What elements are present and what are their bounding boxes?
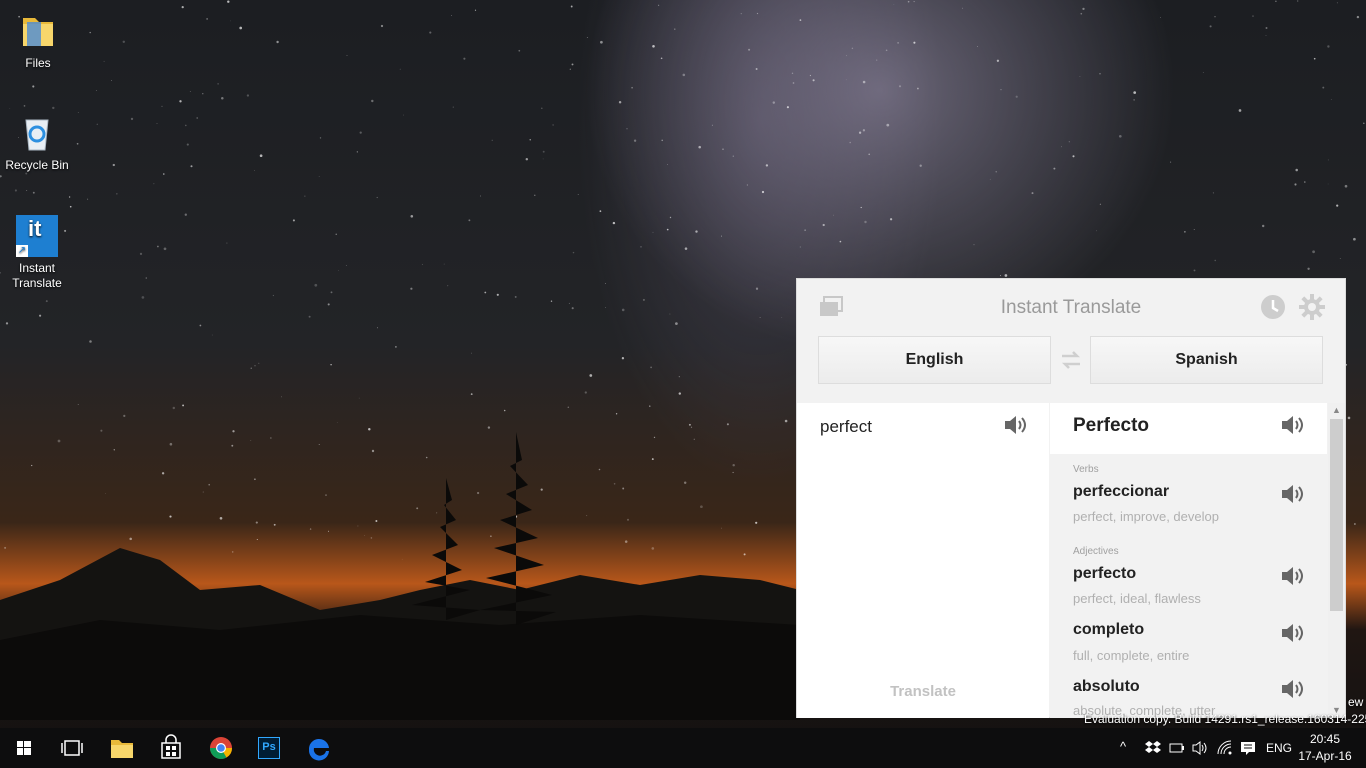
alt-translation-word[interactable]: perfeccionar xyxy=(1073,483,1169,501)
desktop-icon-instant-translate[interactable]: it ↗ Instant Translate xyxy=(0,215,74,291)
folder-icon xyxy=(111,740,133,758)
action-center-icon[interactable] xyxy=(1239,739,1257,757)
scroll-up-arrow-icon[interactable]: ▲ xyxy=(1328,403,1345,417)
desktop-icon-recycle-bin[interactable]: Recycle Bin xyxy=(0,112,74,173)
alt-translation-word[interactable]: absoluto xyxy=(1073,678,1140,696)
settings-gear-icon[interactable] xyxy=(1298,293,1326,321)
alt-translation-word[interactable]: perfecto xyxy=(1073,565,1136,583)
clock-date: 17-Apr-16 xyxy=(1298,749,1352,763)
build-watermark-line2: Evaluation copy. Build 14291.rs1_release… xyxy=(1084,712,1366,726)
main-translation: Perfecto xyxy=(1050,403,1327,454)
window-header: Instant Translate xyxy=(797,279,1345,335)
alt-translation-synonyms: perfect, ideal, flawless xyxy=(1073,591,1201,606)
app-icon-glyph-text: it xyxy=(28,216,42,241)
store-bag-icon xyxy=(161,734,181,759)
section-label-adjectives: Adjectives xyxy=(1073,546,1119,557)
translate-button[interactable]: Translate xyxy=(797,683,1049,700)
dropbox-icon[interactable] xyxy=(1144,739,1162,757)
desktop-icon-label: Recycle Bin xyxy=(5,158,69,172)
recycle-bin-icon xyxy=(16,112,58,154)
target-language-button[interactable]: Spanish xyxy=(1090,336,1323,384)
taskbar: Ps ^ ENG 20:45 17-Apr-16 xyxy=(0,728,1366,768)
desktop-icon-files[interactable]: Files xyxy=(1,10,75,71)
folder-icon xyxy=(17,10,59,52)
speaker-icon[interactable] xyxy=(1280,565,1306,587)
instant-translate-app-icon: it ↗ xyxy=(16,215,58,257)
build-watermark-line1: ew xyxy=(1348,695,1364,709)
source-text-area[interactable]: perfect Translate xyxy=(797,403,1049,718)
input-language-indicator[interactable]: ENG xyxy=(1266,741,1292,759)
wifi-icon[interactable] xyxy=(1216,739,1234,757)
history-icon[interactable] xyxy=(1259,293,1287,321)
task-view-icon xyxy=(61,740,83,756)
speaker-icon[interactable] xyxy=(1280,678,1306,700)
source-text[interactable]: perfect xyxy=(820,417,872,437)
translation-result-area: Perfecto Verbs perfeccionar perfect, imp… xyxy=(1050,403,1327,718)
start-button[interactable] xyxy=(0,728,48,768)
desktop-icon-label: Instant Translate xyxy=(12,261,62,290)
system-clock[interactable]: 20:45 17-Apr-16 xyxy=(1294,731,1356,765)
chrome-button[interactable] xyxy=(197,728,245,768)
desktop-icon-label: Files xyxy=(25,56,51,70)
alt-translation-synonyms: full, complete, entire xyxy=(1073,648,1190,663)
windows-logo-icon xyxy=(17,741,31,755)
photoshop-icon-label: Ps xyxy=(262,741,276,753)
battery-icon[interactable] xyxy=(1168,739,1186,757)
show-hidden-icons-chevron-icon[interactable]: ^ xyxy=(1120,739,1126,757)
source-language-button[interactable]: English xyxy=(818,336,1051,384)
translation-result[interactable]: Perfecto xyxy=(1073,415,1149,437)
speaker-icon[interactable] xyxy=(1280,483,1306,505)
photoshop-button[interactable]: Ps xyxy=(245,728,293,768)
task-view-button[interactable] xyxy=(48,728,96,768)
chrome-icon xyxy=(210,737,232,759)
scroll-thumb[interactable] xyxy=(1330,419,1343,611)
speaker-icon[interactable] xyxy=(1003,414,1029,436)
alt-translation-synonyms: perfect, improve, develop xyxy=(1073,509,1219,524)
section-label-verbs: Verbs xyxy=(1073,464,1099,475)
edge-icon xyxy=(308,738,329,761)
volume-icon[interactable] xyxy=(1191,739,1209,757)
file-explorer-button[interactable] xyxy=(98,728,146,768)
store-button[interactable] xyxy=(147,728,195,768)
clock-time: 20:45 xyxy=(1309,732,1341,746)
speaker-icon[interactable] xyxy=(1280,414,1306,436)
shortcut-arrow-icon: ↗ xyxy=(16,245,28,257)
speaker-icon[interactable] xyxy=(1280,622,1306,644)
instant-translate-window: Instant Translate English Spanish perfec… xyxy=(796,278,1346,718)
edge-button[interactable] xyxy=(295,728,343,768)
swap-languages-icon[interactable] xyxy=(1059,348,1083,372)
alt-translation-word[interactable]: completo xyxy=(1073,621,1144,639)
photoshop-icon: Ps xyxy=(258,737,280,759)
results-scrollbar[interactable]: ▲ ▼ xyxy=(1328,403,1345,718)
